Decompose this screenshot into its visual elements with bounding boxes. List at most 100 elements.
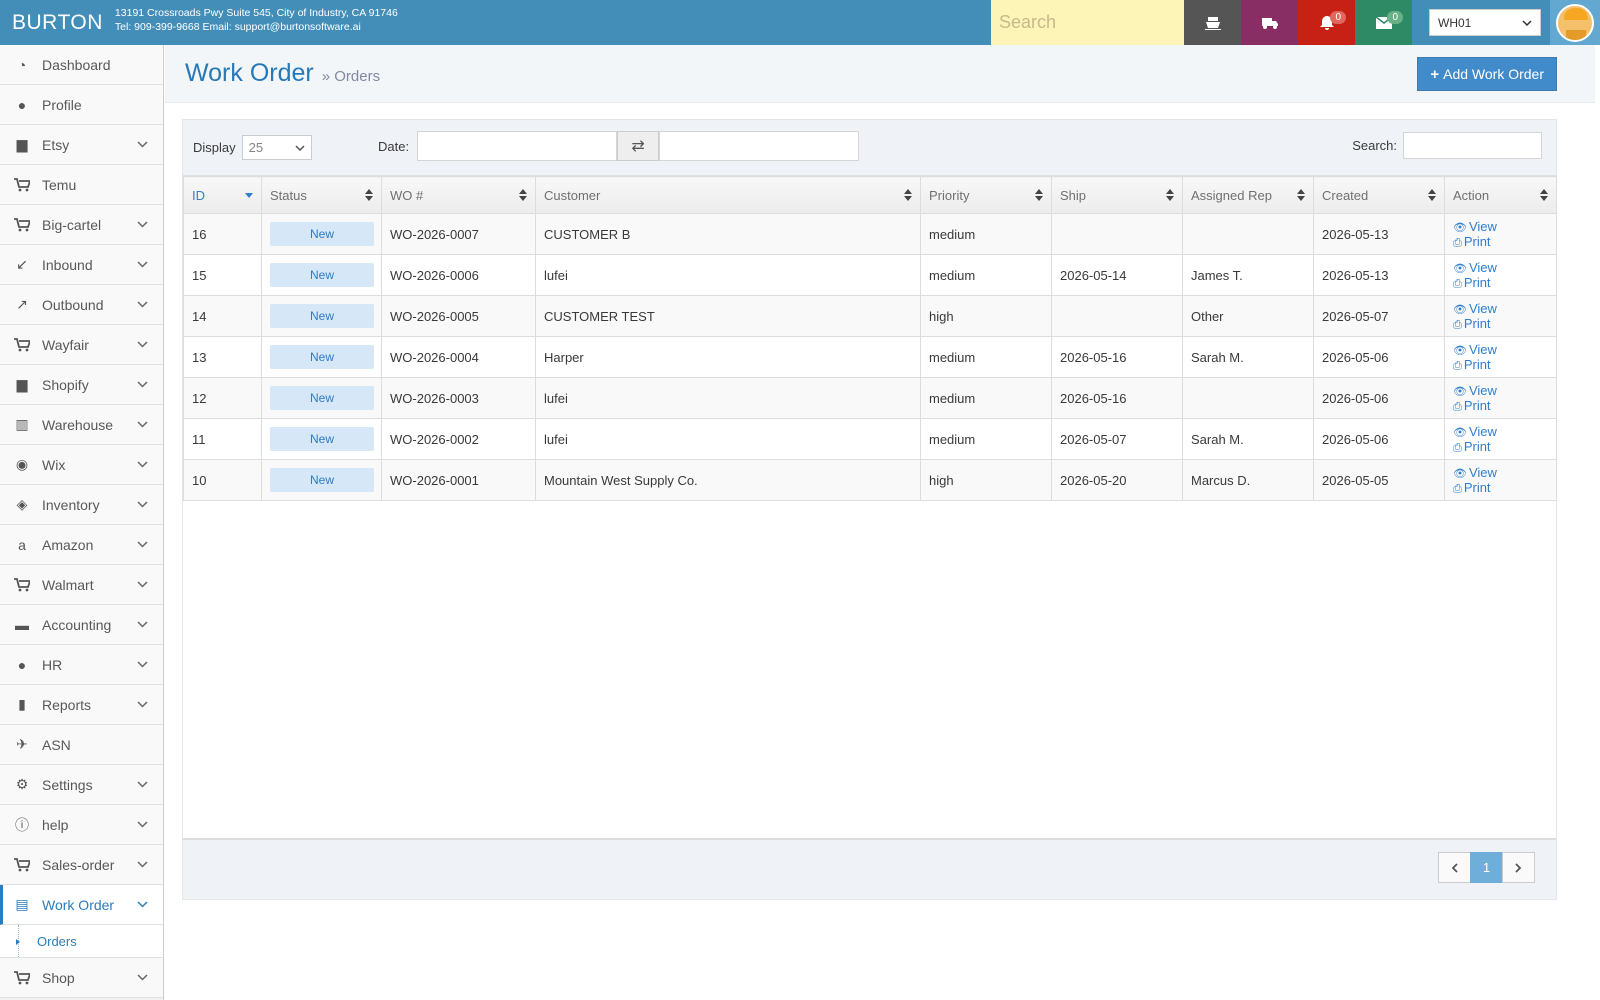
view-label: View	[1468, 382, 1497, 398]
ship-button[interactable]	[1184, 0, 1241, 45]
sidebar-item-etsy[interactable]: ▆ Etsy	[0, 125, 163, 165]
cell-created: 2026-05-06	[1313, 336, 1445, 378]
sidebar-item-profile[interactable]: ● Profile	[0, 85, 163, 125]
view-link[interactable]: 👁 View	[1453, 219, 1497, 234]
sidebar-item-label: Profile	[42, 96, 82, 113]
sidebar-item-label: Accounting	[42, 616, 112, 633]
sidebar-item-dashboard[interactable]: ◔ Dashboard	[0, 45, 163, 85]
view-link[interactable]: 👁 View	[1453, 260, 1497, 275]
print-link[interactable]: ⎙ Print	[1453, 234, 1491, 249]
column-header-id[interactable]: ID	[183, 176, 262, 214]
global-search[interactable]	[991, 0, 1184, 45]
print-link[interactable]: ⎙ Print	[1453, 480, 1491, 495]
sidebar-item-temu[interactable]: Temu	[0, 165, 163, 205]
table-row: 12 New WO-2026-0003 lufei medium 2026-05-16 20…	[183, 377, 1557, 419]
sidebar-item-label: Shop	[42, 969, 75, 986]
pagination: 1	[1438, 852, 1535, 883]
column-header-action[interactable]: Action	[1444, 176, 1557, 214]
company-address: 13191 Crossroads Pwy Suite 545, City of …	[114, 7, 398, 19]
sidebar-item-amazon[interactable]: a Amazon	[0, 525, 163, 565]
cell-customer: Mountain West Supply Co.	[535, 459, 921, 501]
cell-customer: CUSTOMER TEST	[535, 295, 921, 337]
column-header-label: Assigned Rep	[1191, 187, 1272, 203]
global-search-input[interactable]	[999, 12, 1184, 33]
date-to-input[interactable]	[659, 131, 860, 161]
print-icon: ⎙	[1453, 277, 1462, 290]
sidebar-item-label: Inbound	[42, 256, 93, 273]
sidebar-item-label: ASN	[42, 736, 71, 753]
cell-priority: medium	[920, 418, 1052, 460]
user-icon: ●	[17, 96, 27, 113]
sidebar-item-hr[interactable]: ● HR	[0, 645, 163, 685]
add-work-order-button[interactable]: + Add Work Order	[1417, 57, 1557, 91]
sidebar-item-shop[interactable]: Shop	[0, 958, 163, 998]
sidebar-item-wix[interactable]: ◉ Wix	[0, 445, 163, 485]
print-label: Print	[1463, 356, 1491, 372]
view-link[interactable]: 👁 View	[1453, 383, 1497, 398]
view-link[interactable]: 👁 View	[1453, 424, 1497, 439]
column-header-wo[interactable]: WO #	[381, 176, 536, 214]
notifications-button[interactable]: 0	[1298, 0, 1355, 45]
sidebar-item-label: Reports	[42, 696, 92, 713]
sidebar-item-help[interactable]: ⓘ help	[0, 805, 163, 845]
file-text-icon: ▤	[15, 896, 29, 912]
cart-icon	[12, 970, 32, 985]
sidebar-subitem-orders[interactable]: Orders	[0, 925, 163, 958]
next-page-button[interactable]	[1502, 852, 1535, 883]
view-link[interactable]: 👁 View	[1453, 342, 1497, 357]
sidebar-item-work-order[interactable]: ▤ Work Order	[0, 885, 174, 925]
cell-status: New	[261, 377, 382, 419]
sidebar-item-inbound[interactable]: ↙ Inbound	[0, 245, 163, 285]
brand-logo[interactable]: BURTON	[0, 0, 115, 45]
sidebar-item-sales-order[interactable]: Sales-order	[0, 845, 163, 885]
column-header-customer[interactable]: Customer	[535, 176, 921, 214]
print-link[interactable]: ⎙ Print	[1453, 398, 1491, 413]
view-label: View	[1468, 464, 1497, 480]
column-header-ship[interactable]: Ship	[1051, 176, 1183, 214]
status-badge: New	[270, 468, 374, 492]
page-1-button[interactable]: 1	[1470, 852, 1503, 883]
sidebar-item-big-cartel[interactable]: Big-cartel	[0, 205, 163, 245]
sidebar-item-label: Work Order	[42, 896, 115, 913]
sidebar-item-reports[interactable]: ▮ Reports	[0, 685, 163, 725]
print-link[interactable]: ⎙ Print	[1453, 439, 1491, 454]
sidebar-item-walmart[interactable]: Walmart	[0, 565, 163, 605]
sidebar-item-wayfair[interactable]: Wayfair	[0, 325, 163, 365]
view-link[interactable]: 👁 View	[1453, 465, 1497, 480]
sidebar-item-settings[interactable]: ⚙ Settings	[0, 765, 163, 805]
print-link[interactable]: ⎙ Print	[1453, 275, 1491, 290]
print-link[interactable]: ⎙ Print	[1453, 357, 1491, 372]
messages-button[interactable]: 0	[1355, 0, 1412, 45]
cell-priority: medium	[920, 377, 1052, 419]
sidebar-item-asn[interactable]: ✈ ASN	[0, 725, 163, 765]
print-label: Print	[1463, 315, 1491, 331]
print-link[interactable]: ⎙ Print	[1453, 316, 1491, 331]
warehouse-select[interactable]: WH01	[1429, 9, 1541, 36]
table-footer: 1	[183, 838, 1556, 899]
cube-icon: ◈	[16, 496, 28, 512]
date-range-filter: Date: ⇄	[378, 131, 860, 161]
sort-icon	[1166, 189, 1174, 201]
column-header-status[interactable]: Status	[261, 176, 382, 214]
prev-page-button[interactable]	[1438, 852, 1471, 883]
date-swap-button[interactable]: ⇄	[617, 131, 660, 161]
date-from-input[interactable]	[417, 131, 618, 161]
column-header-created[interactable]: Created	[1313, 176, 1445, 214]
truck-button[interactable]	[1241, 0, 1298, 45]
sidebar-item-warehouse[interactable]: ▥ Warehouse	[0, 405, 163, 445]
view-label: View	[1468, 218, 1497, 234]
status-badge: New	[270, 386, 374, 410]
display-count-select[interactable]: 25	[241, 135, 312, 160]
sidebar-item-shopify[interactable]: ▆ Shopify	[0, 365, 163, 405]
table-search-input[interactable]	[1403, 132, 1542, 159]
user-avatar[interactable]	[1550, 0, 1600, 45]
column-header-assigned-rep[interactable]: Assigned Rep	[1182, 176, 1314, 214]
table-row: 11 New WO-2026-0002 lufei medium 2026-05-07 Sa…	[183, 418, 1557, 460]
sidebar-item-accounting[interactable]: ▬ Accounting	[0, 605, 163, 645]
column-header-priority[interactable]: Priority	[920, 176, 1052, 214]
sidebar-item-outbound[interactable]: ↗ Outbound	[0, 285, 163, 325]
view-link[interactable]: 👁 View	[1453, 301, 1497, 316]
work-order-table: ID Status WO # Customer Priority Ship Assigned…	[183, 176, 1557, 501]
cell-action: 👁 View⎙ Print	[1444, 377, 1557, 419]
sidebar-item-inventory[interactable]: ◈ Inventory	[0, 485, 163, 525]
